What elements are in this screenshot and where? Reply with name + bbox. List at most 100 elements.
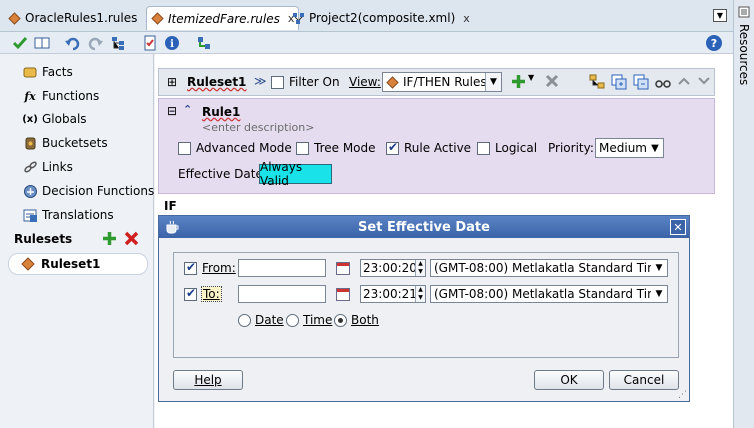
- add-rule-icon[interactable]: [511, 74, 526, 89]
- ok-button[interactable]: OK: [534, 370, 604, 390]
- from-timezone-value: (GMT-08:00) Metlakatla Standard Time: [434, 261, 667, 275]
- sidebar-item-functions[interactable]: fx Functions: [22, 87, 99, 105]
- both-radio[interactable]: Both: [334, 313, 379, 327]
- resources-panel-strip[interactable]: Resources: [733, 0, 754, 428]
- from-timezone-select[interactable]: (GMT-08:00) Metlakatla Standard Time ▼: [430, 259, 668, 277]
- add-ruleset-icon[interactable]: [102, 231, 117, 246]
- collapse-ruleset-icon[interactable]: ⊞: [167, 75, 177, 89]
- both-radio-circle[interactable]: [334, 313, 347, 327]
- tree-mode-checkbox[interactable]: Tree Mode: [296, 141, 376, 155]
- tab-oraclerules1[interactable]: OracleRules1.rules x: [4, 6, 156, 30]
- rules-navigation-panel: Facts fx Functions (x) Globals Bucketset…: [0, 54, 154, 428]
- sidebar-item-label: Facts: [42, 65, 73, 79]
- logical-box[interactable]: [477, 141, 490, 155]
- help-button[interactable]: Help: [173, 370, 243, 390]
- priority-select[interactable]: Medium ▼: [595, 138, 664, 158]
- expand-all-icon[interactable]: [611, 74, 627, 90]
- redo-icon[interactable]: [88, 35, 104, 51]
- tab-itemizedfare[interactable]: ItemizedFare.rules x: [146, 6, 300, 30]
- rule-name[interactable]: Rule1: [202, 105, 240, 119]
- spinner-arrows-icon[interactable]: ▲ ▼: [415, 260, 425, 276]
- effective-date-button[interactable]: Always Valid: [259, 160, 332, 188]
- logical-checkbox[interactable]: Logical: [477, 141, 537, 155]
- rule-active-checkbox[interactable]: Rule Active: [386, 140, 472, 155]
- tab-list-dropdown-icon[interactable]: ▼: [713, 9, 727, 22]
- to-time-spinner[interactable]: 23:00:21 ▲ ▼: [360, 285, 426, 303]
- rules-file-icon: [151, 12, 164, 25]
- close-icon[interactable]: ✕: [670, 219, 686, 235]
- from-date-field[interactable]: [238, 259, 326, 277]
- to-checkbox[interactable]: To:: [184, 286, 222, 302]
- to-date-field[interactable]: [238, 285, 326, 303]
- chevron-up-icon[interactable]: [677, 75, 691, 87]
- effective-date-label: Effective Date:: [178, 167, 267, 181]
- sidebar-item-facts[interactable]: Facts: [22, 63, 73, 81]
- calendar-icon[interactable]: [336, 262, 350, 275]
- rule-active-box[interactable]: [386, 140, 399, 155]
- to-timezone-select[interactable]: (GMT-08:00) Metlakatla Standard Time ▼: [430, 285, 668, 303]
- from-checkbox[interactable]: From:: [184, 260, 236, 275]
- resize-grip-icon[interactable]: ⋰: [678, 390, 687, 400]
- info-icon[interactable]: i: [164, 35, 180, 51]
- find-icon[interactable]: [655, 74, 671, 90]
- sidebar-item-translations[interactable]: Translations: [22, 206, 114, 224]
- deploy-icon[interactable]: [196, 35, 212, 51]
- advanced-mode-checkbox[interactable]: Advanced Mode: [178, 141, 292, 155]
- collapse-all-icon[interactable]: [633, 74, 649, 90]
- from-time-value: 23:00:20: [363, 261, 417, 275]
- test-icon[interactable]: [142, 35, 158, 51]
- sidebar-item-bucketsets[interactable]: Bucketsets: [22, 134, 108, 152]
- tree-view-icon[interactable]: [589, 74, 605, 90]
- sidebar-item-decision-functions[interactable]: Decision Functions: [22, 182, 154, 200]
- book-icon[interactable]: [34, 35, 50, 51]
- tree-icon[interactable]: [110, 35, 126, 51]
- chevron-down-icon[interactable]: [697, 75, 711, 87]
- view-select[interactable]: IF/THEN Rules ▼: [382, 72, 502, 92]
- rules-file-icon: [8, 11, 21, 25]
- date-radio[interactable]: Date: [238, 313, 284, 327]
- add-rule-dropdown-icon[interactable]: ▼: [528, 73, 534, 82]
- tab-project2-composite[interactable]: Project2(composite.xml) x: [288, 6, 474, 30]
- chevron-up-icon[interactable]: ⌃: [183, 103, 192, 116]
- rule-description[interactable]: <enter description>: [202, 121, 314, 134]
- date-radio-label: Date: [255, 313, 284, 327]
- logical-label: Logical: [495, 141, 538, 155]
- advanced-mode-box[interactable]: [178, 141, 191, 155]
- ifthen-rules-icon: [386, 75, 399, 89]
- rule-active-label: Rule Active: [404, 141, 472, 155]
- collapse-rule-icon[interactable]: ⊟: [167, 104, 177, 118]
- if-label: IF: [164, 199, 177, 213]
- calendar-icon[interactable]: [336, 288, 350, 301]
- filter-checkbox-box[interactable]: [271, 75, 284, 89]
- sidebar-item-globals[interactable]: (x) Globals: [22, 110, 86, 128]
- ruleset-item-ruleset1[interactable]: Ruleset1: [8, 253, 148, 275]
- filter-on-checkbox[interactable]: Filter On: [271, 75, 340, 89]
- sidebar-item-label: Translations: [42, 208, 114, 222]
- undo-icon[interactable]: [64, 35, 80, 51]
- tab-label: OracleRules1.rules: [25, 11, 138, 25]
- spinner-arrows-icon[interactable]: ▲ ▼: [415, 286, 425, 302]
- chevron-down-icon: ▼: [485, 73, 501, 91]
- close-icon[interactable]: x: [463, 12, 470, 25]
- tree-mode-box[interactable]: [296, 141, 309, 155]
- delete-ruleset-icon[interactable]: [124, 231, 139, 246]
- help-icon[interactable]: ?: [706, 35, 722, 51]
- sidebar-item-links[interactable]: Links: [22, 158, 73, 176]
- validate-icon[interactable]: [12, 35, 28, 51]
- time-radio[interactable]: Time: [286, 313, 332, 327]
- delete-rule-icon[interactable]: [545, 74, 559, 88]
- date-radio-circle[interactable]: [238, 313, 251, 327]
- to-checkbox-box[interactable]: [184, 286, 197, 301]
- facts-icon: [22, 64, 38, 80]
- time-radio-circle[interactable]: [286, 313, 299, 327]
- cancel-button[interactable]: Cancel: [609, 370, 679, 390]
- to-time-value: 23:00:21: [363, 287, 417, 301]
- ruleset-name[interactable]: Ruleset1: [187, 75, 246, 89]
- chevron-down-icon[interactable]: ≫: [254, 74, 267, 88]
- svg-text:i: i: [170, 39, 174, 50]
- dialog-titlebar[interactable]: Set Effective Date ✕: [159, 216, 689, 238]
- from-time-spinner[interactable]: 23:00:20 ▲ ▼: [360, 259, 426, 277]
- from-checkbox-box[interactable]: [184, 260, 197, 275]
- globals-icon: (x): [22, 113, 38, 125]
- function-icon: fx: [24, 89, 36, 103]
